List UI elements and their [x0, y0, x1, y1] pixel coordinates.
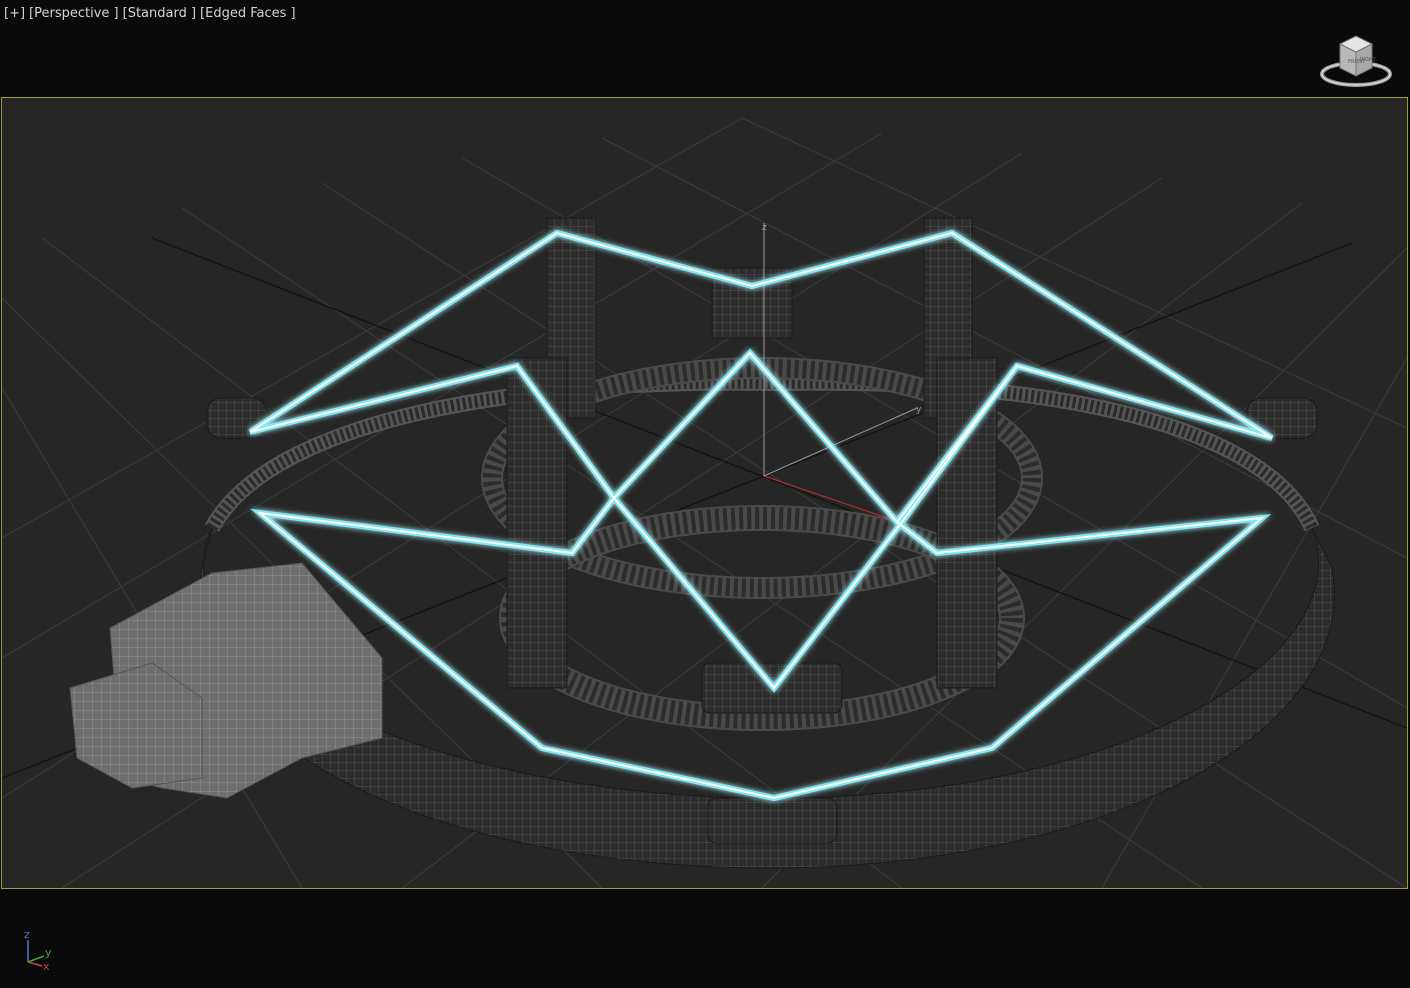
viewport-view-menu[interactable]: [Perspective ] [29, 6, 119, 21]
world-axis-z-label: z [762, 223, 767, 233]
viewport-shading-menu[interactable]: [Standard ] [123, 6, 196, 21]
viewcube-icon[interactable]: FRONT RIGHT [1318, 30, 1394, 92]
viewport-render-frame[interactable]: z y [1, 97, 1408, 889]
viewport-label-menu[interactable]: [+] [Perspective ] [Standard ] [Edged Fa… [4, 6, 296, 21]
viewport-edges-menu[interactable]: [Edged Faces ] [200, 6, 296, 21]
viewport-plus-menu[interactable]: [+] [4, 6, 25, 21]
tripod-z-label: z [24, 928, 30, 941]
viewcube-right-label: RIGHT [1360, 57, 1377, 63]
tripod-y-label: y [45, 946, 52, 959]
world-axis-y-label: y [916, 405, 922, 415]
tripod-x-label: x [43, 960, 50, 972]
axis-tripod-icon: z y x [20, 928, 60, 973]
